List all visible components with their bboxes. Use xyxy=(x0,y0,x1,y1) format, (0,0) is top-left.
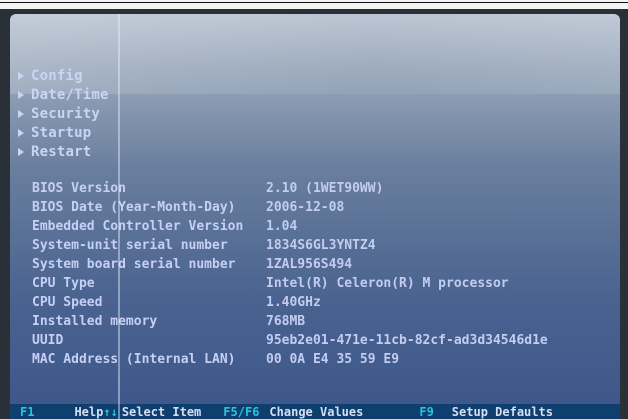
info-value: Intel(R) Celeron(R) M processor xyxy=(266,276,509,291)
f9-desc: Setup Defaults xyxy=(451,404,553,419)
info-row-system-unit-serial: System-unit serial number 1834S6GL3YNTZ4 xyxy=(32,236,548,255)
menu-item-config[interactable]: Config xyxy=(18,66,109,85)
info-value: 2006-12-08 xyxy=(266,200,345,215)
info-value: 1.40GHz xyxy=(266,295,321,310)
menu-item-date-time[interactable]: Date/Time xyxy=(18,85,109,104)
triangle-right-icon xyxy=(18,147,24,156)
updown-desc: Select Item xyxy=(121,404,202,419)
info-value: 1.04 xyxy=(266,219,298,234)
info-value: 2.10 (1WET90WW) xyxy=(266,181,384,196)
bios-screen: Config Date/Time Security Startup Restar… xyxy=(10,14,620,419)
menu-item-label: Security xyxy=(31,105,101,122)
info-value: 95eb2e01-471e-11cb-82cf-ad3d34546d1e xyxy=(266,333,548,348)
triangle-right-icon xyxy=(18,71,24,80)
menu-item-label: Config xyxy=(31,67,83,84)
triangle-right-icon xyxy=(18,90,24,99)
info-row-bios-version: BIOS Version 2.10 (1WET90WW) xyxy=(32,179,548,198)
f1-desc: Help xyxy=(74,404,104,419)
menu-item-startup[interactable]: Startup xyxy=(18,123,109,142)
info-value: 00 0A E4 35 59 E9 xyxy=(266,352,400,367)
info-row-system-board-serial: System board serial number 1ZAL956S494 xyxy=(32,255,548,274)
menu-item-label: Startup xyxy=(31,124,92,141)
menu-item-restart[interactable]: Restart xyxy=(18,142,109,161)
top-border-line xyxy=(0,2,628,3)
info-label: System board serial number xyxy=(32,257,236,272)
triangle-right-icon xyxy=(18,109,24,118)
info-row-installed-memory: Installed memory 768MB xyxy=(32,312,548,331)
info-label: CPU Speed xyxy=(32,295,103,310)
f9-key: F9 xyxy=(419,404,434,419)
main-menu: Config Date/Time Security Startup Restar… xyxy=(18,66,109,161)
info-value: 1ZAL956S494 xyxy=(266,257,353,272)
info-label: MAC Address (Internal LAN) xyxy=(32,352,236,367)
system-info-table: BIOS Version 2.10 (1WET90WW) BIOS Date (… xyxy=(32,179,548,369)
info-label: Embedded Controller Version xyxy=(32,219,244,234)
menu-item-security[interactable]: Security xyxy=(18,104,109,123)
info-label: UUID xyxy=(32,333,64,348)
f5f6-key: F5/F6 xyxy=(223,404,260,419)
updown-key: ↑↓ xyxy=(103,404,118,419)
info-row-cpu-type: CPU Type Intel(R) Celeron(R) M processor xyxy=(32,274,548,293)
info-label: Installed memory xyxy=(32,314,158,329)
info-label: CPU Type xyxy=(32,276,95,291)
info-row-ec-version: Embedded Controller Version 1.04 xyxy=(32,217,548,236)
info-label: BIOS Date (Year-Month-Day) xyxy=(32,200,236,215)
info-row-mac-address: MAC Address (Internal LAN) 00 0A E4 35 5… xyxy=(32,350,548,369)
menu-item-label: Restart xyxy=(31,143,92,160)
info-row-uuid: UUID 95eb2e01-471e-11cb-82cf-ad3d34546d1… xyxy=(32,331,548,350)
info-value: 1834S6GL3YNTZ4 xyxy=(266,238,376,253)
f5f6-desc: Change Values xyxy=(269,404,364,419)
menu-item-label: Date/Time xyxy=(31,86,109,103)
info-label: BIOS Version xyxy=(32,181,126,196)
info-row-cpu-speed: CPU Speed 1.40GHz xyxy=(32,293,548,312)
info-label: System-unit serial number xyxy=(32,238,228,253)
info-row-bios-date: BIOS Date (Year-Month-Day) 2006-12-08 xyxy=(32,198,548,217)
info-value: 768MB xyxy=(266,314,306,329)
key-help-bar: F1 Help ↑↓ Select Item F5/F6 Change Valu… xyxy=(10,404,620,419)
triangle-right-icon xyxy=(18,128,24,137)
f1-key: F1 xyxy=(20,404,35,419)
